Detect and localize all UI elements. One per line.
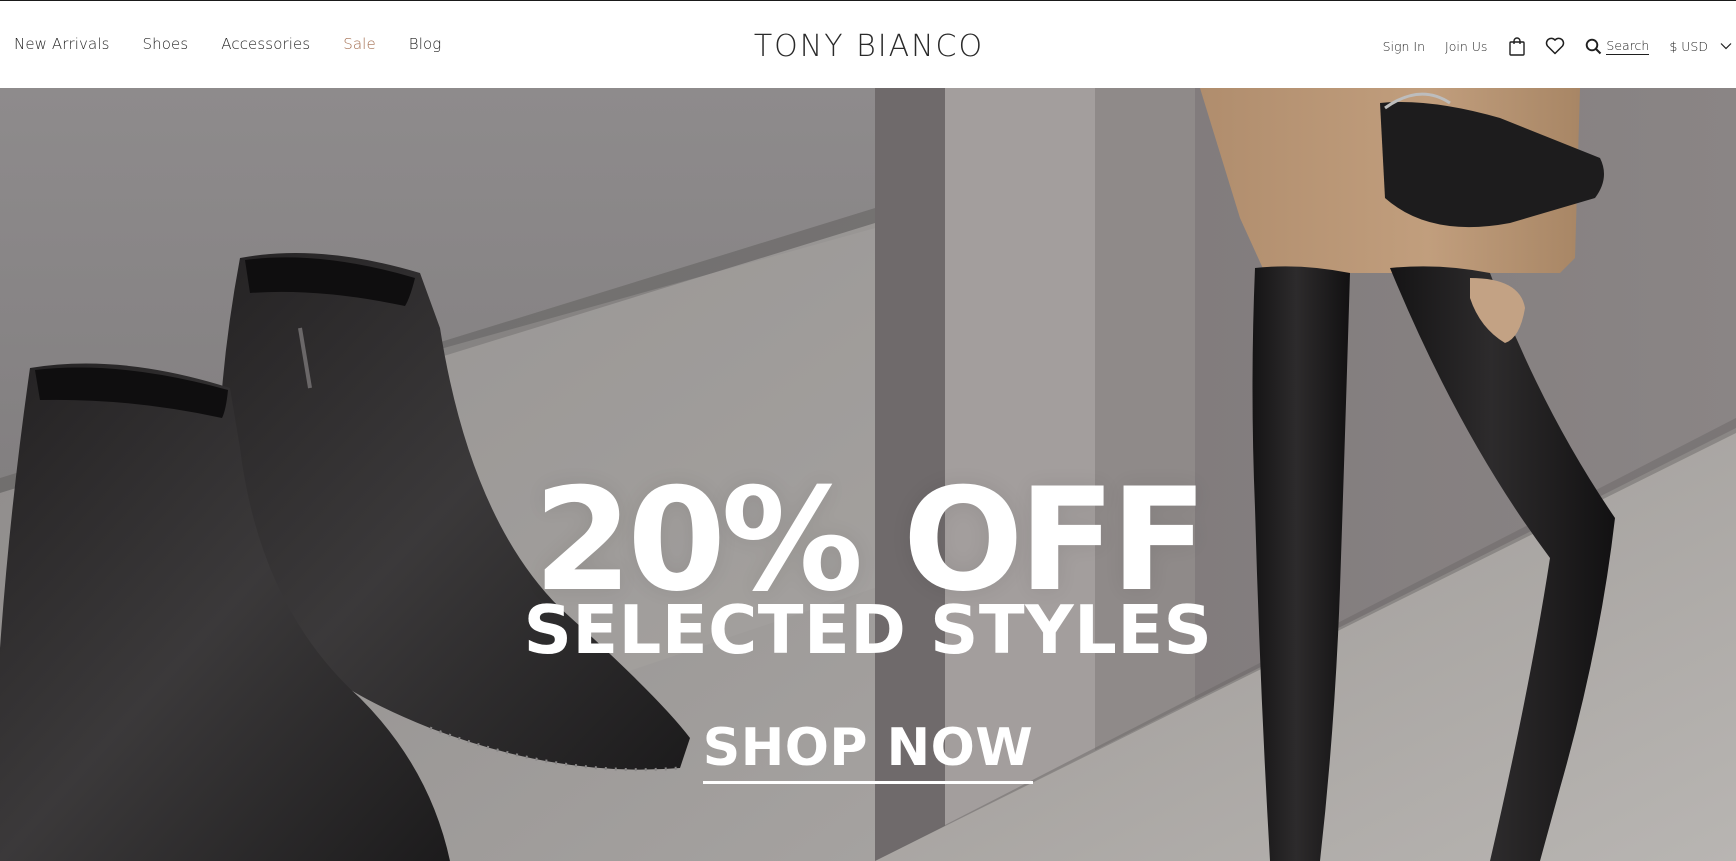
chevron-down-icon[interactable]: [1720, 42, 1732, 50]
main-nav: New Arrivals Shoes Accessories Sale Blog: [14, 35, 474, 53]
hero-subheadline: SELECTED STYLES: [523, 591, 1213, 669]
shop-now-button[interactable]: SHOP NOW: [702, 722, 1034, 784]
page: New Arrivals Shoes Accessories Sale Blog…: [0, 0, 1736, 861]
nav-blog[interactable]: Blog: [409, 35, 442, 53]
search-link[interactable]: Search: [1606, 38, 1650, 55]
nav-shoes[interactable]: Shoes: [143, 35, 189, 53]
join-us-link[interactable]: Join Us: [1445, 39, 1487, 54]
brand-logo[interactable]: TONY BIANCO: [752, 29, 984, 64]
site-header: New Arrivals Shoes Accessories Sale Blog…: [0, 0, 1736, 88]
currency-selector[interactable]: $ USD: [1669, 39, 1708, 54]
nav-accessories[interactable]: Accessories: [221, 35, 310, 53]
heart-icon[interactable]: [1545, 37, 1565, 55]
nav-new-arrivals[interactable]: New Arrivals: [14, 35, 110, 53]
hero-banner[interactable]: 20% OFF SELECTED STYLES SHOP NOW: [0, 88, 1736, 861]
magnifier-icon[interactable]: [1585, 38, 1602, 55]
sign-in-link[interactable]: Sign In: [1383, 39, 1425, 54]
cta-wrap: SHOP NOW: [0, 722, 1736, 784]
shopping-bag-icon[interactable]: [1509, 36, 1526, 56]
utility-nav: Sign In Join Us Search $ USD: [1383, 35, 1736, 57]
nav-sale[interactable]: Sale: [343, 35, 376, 53]
